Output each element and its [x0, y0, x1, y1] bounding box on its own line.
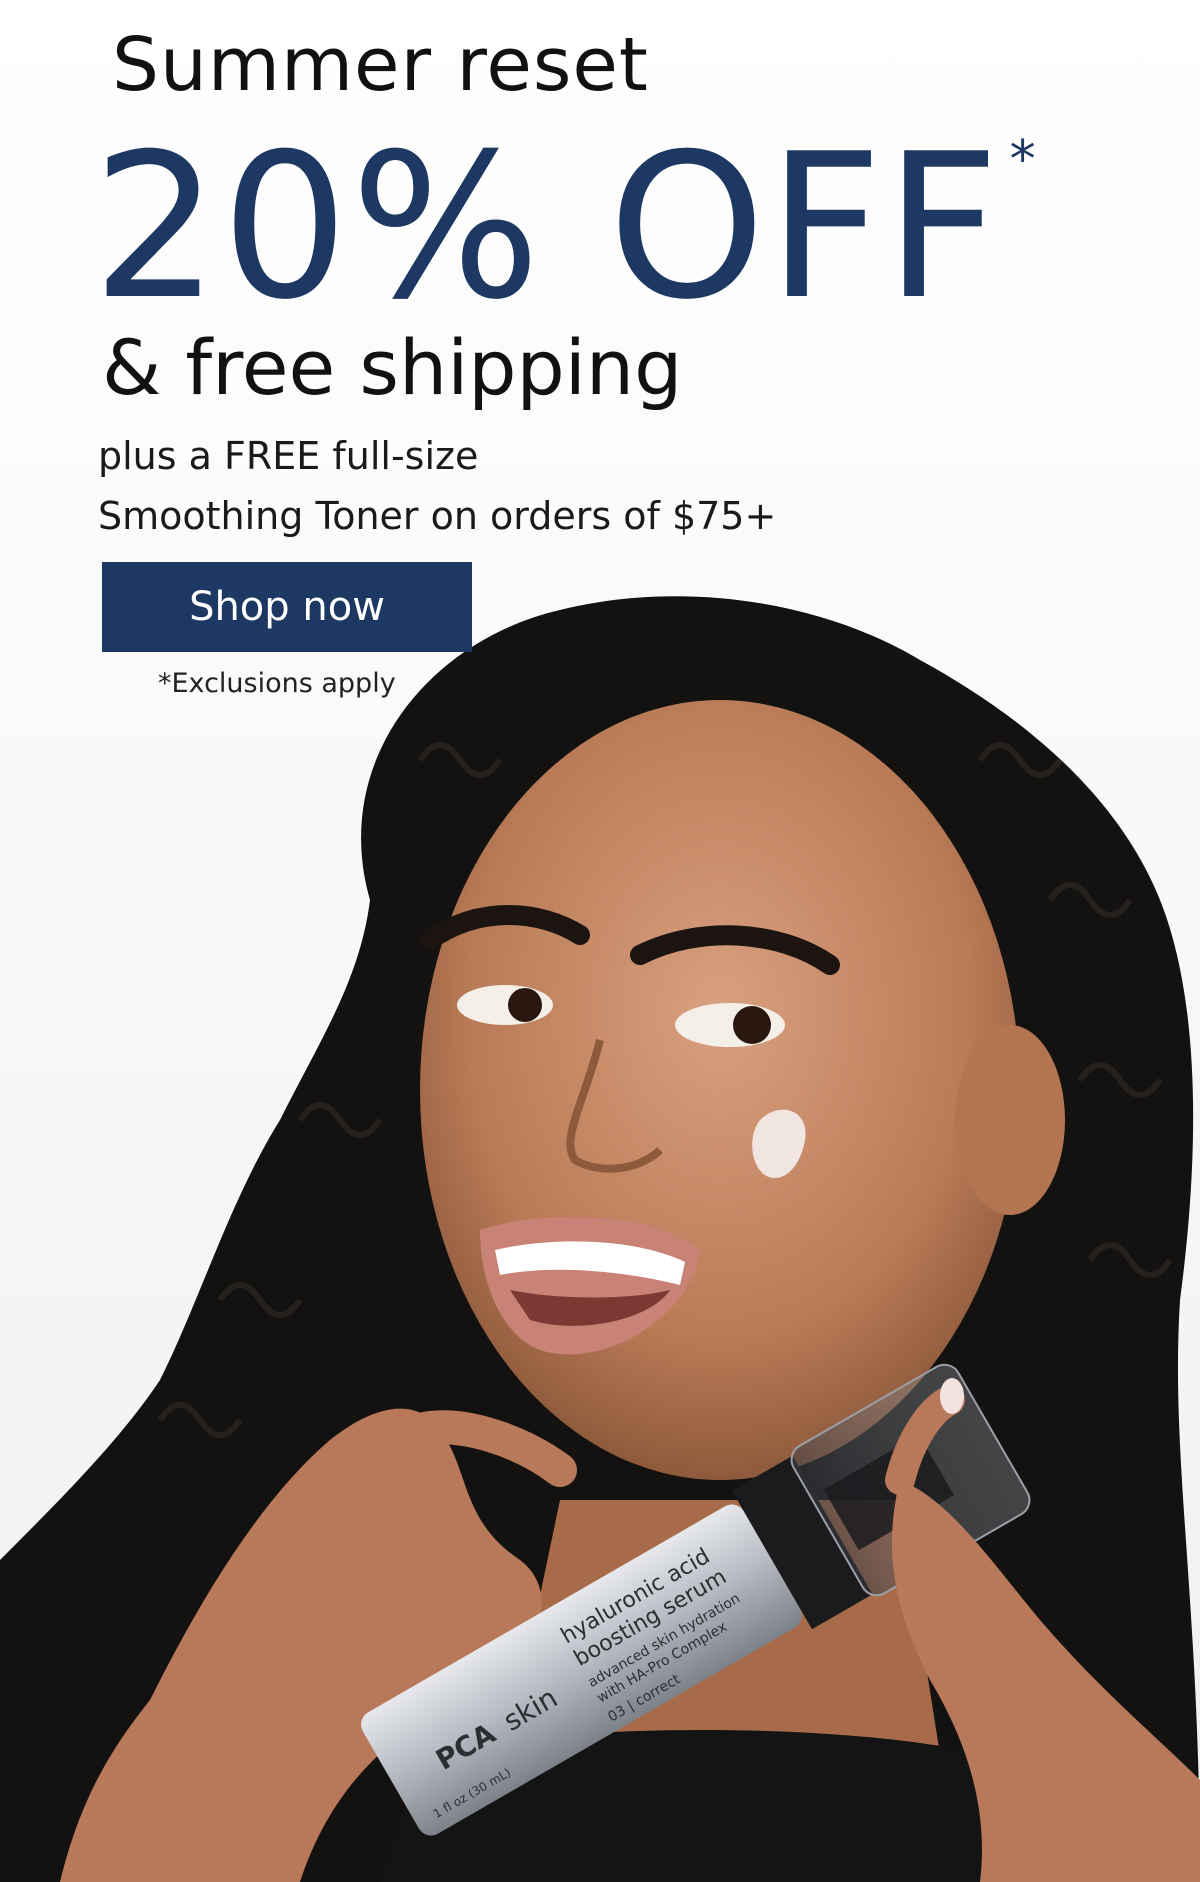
discount-asterisk: *: [1009, 130, 1038, 190]
offer-line-1: plus a FREE full-size: [98, 434, 479, 478]
discount-text: 20% OFF: [92, 111, 1002, 344]
offer-line-2: Smoothing Toner on orders of $75+: [98, 494, 777, 538]
exclusions-disclaimer: *Exclusions apply: [158, 668, 396, 699]
headline-summer-reset: Summer reset: [112, 22, 649, 108]
shop-now-button[interactable]: Shop now: [102, 562, 472, 652]
promo-banner: PCA skin hyaluronic acid boosting serum …: [0, 0, 1200, 1882]
headline-free-shipping: & free shipping: [102, 323, 683, 412]
headline-discount: 20% OFF *: [92, 128, 1036, 328]
